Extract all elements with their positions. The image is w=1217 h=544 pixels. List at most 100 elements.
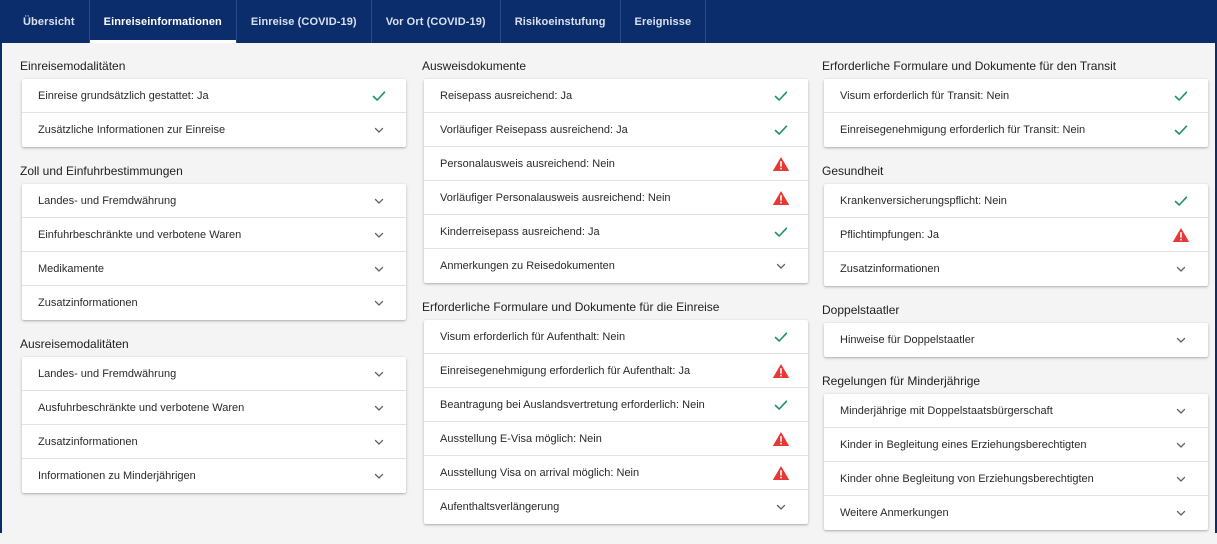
chevron-down-icon[interactable] bbox=[370, 192, 388, 210]
list-item-label: Einreisegenehmigung erforderlich für Tra… bbox=[840, 124, 1086, 136]
warning-icon bbox=[1172, 226, 1190, 244]
check-icon bbox=[772, 223, 790, 241]
list-item-label: Visum erforderlich für Aufenthalt: Nein bbox=[440, 330, 626, 343]
list-item-label: Einreise grundsätzlich gestattet: Ja bbox=[38, 89, 209, 102]
list-item-zusatzinformationen[interactable]: Zusatzinformationen bbox=[22, 286, 406, 320]
tab-uebersicht[interactable]: Übersicht bbox=[9, 0, 90, 43]
section-card-ausweisdokumente: Reisepass ausreichend: Ja Vorläufiger Rei… bbox=[424, 79, 808, 283]
warning-icon bbox=[772, 464, 790, 482]
list-item-kinderreisepass-ausreichend-ja: Kinderreisepass ausreichend: Ja bbox=[424, 215, 808, 249]
column-left: Einreisemodalitäten Einreise grundsätzlic… bbox=[20, 56, 406, 507]
chevron-down-icon[interactable] bbox=[370, 365, 388, 383]
list-item-label: Weitere Anmerkungen bbox=[840, 507, 949, 519]
list-item-aufenthaltsverlaengerung[interactable]: Aufenthaltsverlängerung bbox=[424, 490, 808, 524]
list-item-hinweise-fuer-doppelstaatler[interactable]: Hinweise für Doppelstaatler bbox=[824, 323, 1208, 357]
column-right: Erforderliche Formulare und Dokumente fü… bbox=[822, 56, 1208, 544]
list-item-reisepass-ausreichend-ja: Reisepass ausreichend: Ja bbox=[424, 79, 808, 113]
chevron-down-icon[interactable] bbox=[370, 467, 388, 485]
list-item-label: Anmerkungen zu Reisedokumenten bbox=[440, 260, 615, 272]
section-title: Regelungen für Minderjährige bbox=[822, 374, 981, 388]
list-item-label: Zusatzinformationen bbox=[38, 435, 138, 448]
list-item-zusaetzliche-informationen-zur-einreise[interactable]: Zusätzliche Informationen zur Einreise bbox=[22, 113, 406, 147]
chevron-down-icon[interactable] bbox=[1172, 436, 1190, 454]
list-item-label: Landes- und Fremdwährung bbox=[38, 194, 177, 207]
tab-risikoeinstufung[interactable]: Risikoeinstufung bbox=[501, 0, 621, 43]
list-item-visum-erforderlich-fuer-aufenthalt-nein: Visum erforderlich für Aufenthalt: Nein bbox=[424, 320, 808, 354]
list-item-label: Medikamente bbox=[38, 262, 105, 275]
chevron-down-icon[interactable] bbox=[1172, 504, 1190, 522]
list-item-label: Krankenversicherungspflicht: Nein bbox=[840, 194, 1007, 207]
chevron-down-icon[interactable] bbox=[370, 433, 388, 451]
list-item-label: Beantragung bei Auslandsvertretung erfor… bbox=[440, 398, 705, 411]
section-card-regelungen-fuer-minderjaehrige: Minderjährige mit Doppelstaatsbürgerscha… bbox=[824, 394, 1208, 530]
check-icon bbox=[772, 396, 790, 414]
list-item-minderjaehrige-mit-doppelstaatsbuergerschaft[interactable]: Minderjährige mit Doppelstaatsbürgerscha… bbox=[824, 394, 1208, 428]
section-title: Erforderliche Formulare und Dokumente fü… bbox=[422, 300, 720, 314]
chevron-down-icon[interactable] bbox=[370, 260, 388, 278]
list-item-label: Kinder in Begleitung eines Erziehungsber… bbox=[840, 438, 1087, 451]
list-item-label: Zusatzinformationen bbox=[38, 297, 138, 309]
section-card-zoll-und-einfuhrbestimmungen: Landes- und Fremdwährung Einfuhrbeschränk… bbox=[22, 184, 406, 320]
list-item-label: Einfuhrbeschränkte und verbotene Waren bbox=[38, 228, 242, 241]
list-item-label: Vorläufiger Personalausweis ausreichend:… bbox=[440, 191, 671, 204]
list-item-label: Reisepass ausreichend: Ja bbox=[440, 89, 573, 102]
list-item-pflichtimpfungen-ja: Pflichtimpfungen: Ja bbox=[824, 218, 1208, 252]
list-item-label: Visum erforderlich für Transit: Nein bbox=[840, 89, 1010, 102]
check-icon bbox=[370, 87, 388, 105]
chevron-down-icon[interactable] bbox=[772, 257, 790, 275]
list-item-zusatzinformationen[interactable]: Zusatzinformationen bbox=[824, 252, 1208, 286]
list-item-ausstellung-e-visa-moeglich-nein: Ausstellung E-Visa möglich: Nein bbox=[424, 422, 808, 456]
list-item-einfuhrbeschraenkte-und-verbotene-waren[interactable]: Einfuhrbeschränkte und verbotene Waren bbox=[22, 218, 406, 252]
list-item-anmerkungen-zu-reisedokumenten[interactable]: Anmerkungen zu Reisedokumenten bbox=[424, 249, 808, 283]
list-item-weitere-anmerkungen[interactable]: Weitere Anmerkungen bbox=[824, 496, 1208, 530]
check-icon bbox=[1172, 192, 1190, 210]
chevron-down-icon[interactable] bbox=[1172, 260, 1190, 278]
tab-einreiseinformationen[interactable]: Einreiseinformationen bbox=[89, 0, 237, 43]
chevron-down-icon[interactable] bbox=[370, 121, 388, 139]
list-item-ausfuhrbeschraenkte-und-verbotene-waren[interactable]: Ausfuhrbeschränkte und verbotene Waren bbox=[22, 391, 406, 425]
chevron-down-icon[interactable] bbox=[772, 498, 790, 516]
list-item-label: Ausfuhrbeschränkte und verbotene Waren bbox=[38, 401, 245, 414]
section-card-gesundheit: Krankenversicherungspflicht: Nein Pflicht… bbox=[824, 184, 1208, 286]
list-item-medikamente[interactable]: Medikamente bbox=[22, 252, 406, 286]
list-item-label: Pflichtimpfungen: Ja bbox=[840, 228, 940, 241]
list-item-landes-und-fremdwaehrung[interactable]: Landes- und Fremdwährung bbox=[22, 357, 406, 391]
section-card-erforderliche-formulare-und-dokumente-fuer-den-transit: Visum erforderlich für Transit: Nein Einr… bbox=[824, 79, 1208, 147]
list-item-landes-und-fremdwaehrung[interactable]: Landes- und Fremdwährung bbox=[22, 184, 406, 218]
list-item-zusatzinformationen[interactable]: Zusatzinformationen bbox=[22, 425, 406, 459]
chevron-down-icon[interactable] bbox=[370, 294, 388, 312]
top-navigation: Übersicht Einreiseinformationen Einreise (… bbox=[0, 0, 1217, 43]
list-item-einreisegenehmigung-erforderlich-fuer-transit-nein: Einreisegenehmigung erforderlich für Tra… bbox=[824, 113, 1208, 147]
chevron-down-icon[interactable] bbox=[370, 226, 388, 244]
list-item-ausstellung-visa-on-arrival-moeglich-nein: Ausstellung Visa on arrival möglich: Nei… bbox=[424, 456, 808, 490]
tab-vor-ort-covid-19[interactable]: Vor Ort (COVID-19) bbox=[372, 0, 501, 43]
chevron-down-icon[interactable] bbox=[1172, 402, 1190, 420]
list-item-label: Informationen zu Minderjährigen bbox=[38, 470, 196, 482]
tab-ereignisse[interactable]: Ereignisse bbox=[621, 0, 707, 43]
chevron-down-icon[interactable] bbox=[1172, 331, 1190, 349]
section-title: Erforderliche Formulare und Dokumente fü… bbox=[822, 59, 1117, 73]
chevron-down-icon[interactable] bbox=[370, 399, 388, 417]
section-title: Ausreisemodalitäten bbox=[20, 337, 129, 351]
section-title: Einreisemodalitäten bbox=[20, 59, 126, 73]
list-item-kinder-ohne-begleitung-von-erziehungsberechtigten[interactable]: Kinder ohne Begleitung von Erziehungsber… bbox=[824, 462, 1208, 496]
list-item-label: Vorläufiger Reisepass ausreichend: Ja bbox=[440, 123, 628, 136]
tab-bar: Übersicht Einreiseinformationen Einreise (… bbox=[0, 0, 1217, 43]
list-item-einreise-grundsaetzlich-gestattet-ja: Einreise grundsätzlich gestattet: Ja bbox=[22, 79, 406, 113]
list-item-krankenversicherungspflicht-nein: Krankenversicherungspflicht: Nein bbox=[824, 184, 1208, 218]
list-item-label: Kinderreisepass ausreichend: Ja bbox=[440, 225, 600, 238]
section-card-erforderliche-formulare-und-dokumente-fuer-die-einreise: Visum erforderlich für Aufenthalt: Nein E… bbox=[424, 320, 808, 524]
list-item-label: Hinweise für Doppelstaatler bbox=[840, 334, 975, 346]
section-card-ausreisemodalitaeten: Landes- und Fremdwährung Ausfuhrbeschränk… bbox=[22, 357, 406, 493]
list-item-label: Personalausweis ausreichend: Nein bbox=[440, 157, 615, 170]
section-title: Zoll und Einfuhrbestimmungen bbox=[20, 164, 183, 178]
section-title: Doppelstaatler bbox=[822, 303, 900, 317]
list-item-label: Minderjährige mit Doppelstaatsbürgerscha… bbox=[840, 404, 1053, 417]
tab-einreise-covid-19[interactable]: Einreise (COVID-19) bbox=[237, 0, 372, 43]
chevron-down-icon[interactable] bbox=[1172, 470, 1190, 488]
list-item-beantragung-bei-auslandsvertretung-erforderlich-nein: Beantragung bei Auslandsvertretung erfor… bbox=[424, 388, 808, 422]
list-item-informationen-zu-minderjaehrigen[interactable]: Informationen zu Minderjährigen bbox=[22, 459, 406, 493]
list-item-kinder-in-begleitung-eines-erziehungsberechtigten[interactable]: Kinder in Begleitung eines Erziehungsber… bbox=[824, 428, 1208, 462]
list-item-label: Zusatzinformationen bbox=[840, 263, 940, 275]
list-item-einreisegenehmigung-erforderlich-fuer-aufenthalt-ja: Einreisegenehmigung erforderlich für Auf… bbox=[424, 354, 808, 388]
